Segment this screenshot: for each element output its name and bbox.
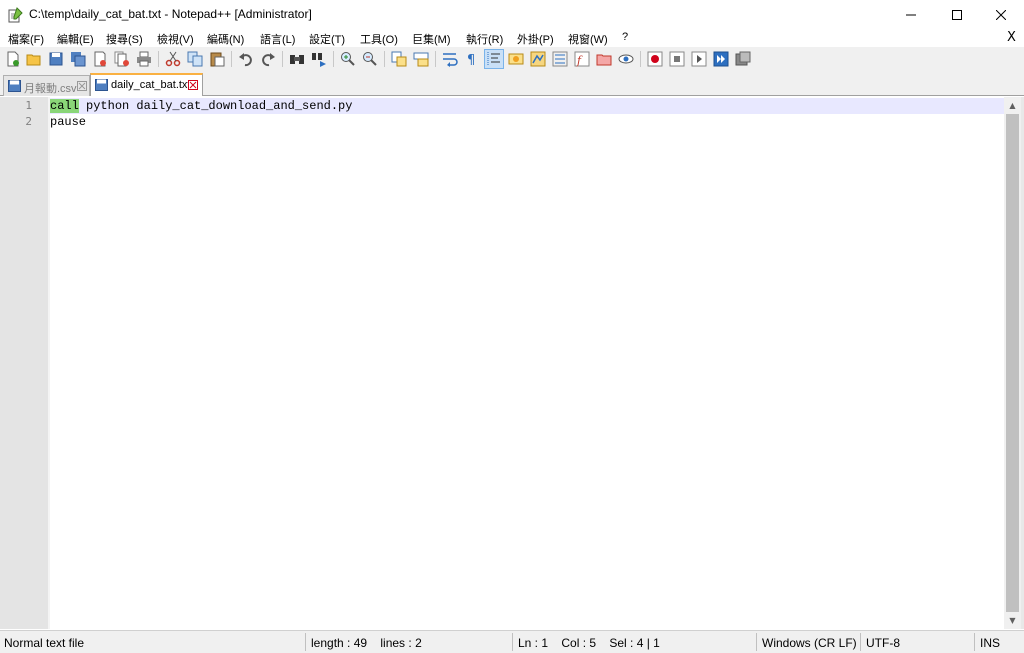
toolbar-separator — [435, 51, 436, 67]
print-icon[interactable] — [136, 51, 152, 67]
status-separator — [512, 633, 513, 651]
tab-csv-file[interactable]: 月報動.csv — [3, 75, 90, 96]
play-macro-icon[interactable] — [691, 51, 707, 67]
fold-margin — [48, 97, 50, 629]
text-editor[interactable]: 1 2 call python daily_cat_download_and_s… — [0, 97, 1024, 629]
menu-run[interactable]: 執行(R) — [466, 31, 503, 47]
folder-workspace-icon[interactable] — [596, 51, 612, 67]
tab-close-icon[interactable] — [77, 81, 87, 91]
copy-icon[interactable] — [187, 51, 203, 67]
maximize-icon — [952, 10, 962, 20]
sync-vertical-icon[interactable] — [391, 51, 407, 67]
menu-tools[interactable]: 工具(O) — [360, 31, 398, 47]
saved-file-icon — [8, 80, 21, 92]
scrollbar-thumb[interactable] — [1006, 114, 1019, 612]
code-text: python daily_cat_download_and_send.py — [78, 99, 353, 113]
toolbar-separator — [640, 51, 641, 67]
status-length-lines: length : 49 lines : 2 — [311, 636, 422, 650]
close-icon — [996, 10, 1006, 20]
indent-guide-icon[interactable] — [486, 51, 502, 67]
status-cursor-position: Ln : 1 Col : 5 Sel : 4 | 1 — [518, 636, 660, 650]
close-window-button[interactable] — [978, 0, 1024, 30]
menu-encoding[interactable]: 編碼(N) — [207, 31, 244, 47]
document-tab-bar: 月報動.csv daily_cat_bat.txt — [0, 71, 1024, 96]
menu-file[interactable]: 檔案(F) — [8, 31, 44, 47]
find-icon[interactable] — [289, 51, 305, 67]
save-all-icon[interactable] — [70, 51, 86, 67]
close-icon[interactable] — [92, 51, 108, 67]
status-eol-format: Windows (CR LF) — [762, 636, 857, 650]
status-encoding: UTF-8 — [866, 636, 900, 650]
toolbar-separator — [384, 51, 385, 67]
tab-label: 月報動.csv — [24, 83, 77, 95]
notepadpp-app-icon[interactable] — [7, 7, 23, 23]
status-separator — [860, 633, 861, 651]
close-document-button[interactable]: X — [1007, 30, 1016, 45]
menu-macro[interactable]: 巨集(M) — [412, 31, 451, 47]
status-separator — [756, 633, 757, 651]
record-macro-icon[interactable] — [647, 51, 663, 67]
menu-settings[interactable]: 設定(T) — [309, 31, 345, 47]
doc-map-icon[interactable] — [530, 51, 546, 67]
status-separator — [305, 633, 306, 651]
menu-view[interactable]: 檢視(V) — [157, 31, 194, 47]
line-number: 1 — [25, 99, 32, 112]
status-insert-mode: INS — [980, 636, 1001, 650]
toolbar-separator — [158, 51, 159, 67]
udl-icon[interactable] — [508, 51, 524, 67]
zoom-in-icon[interactable] — [340, 51, 356, 67]
monitor-icon[interactable] — [618, 51, 634, 67]
sync-horizontal-icon[interactable] — [413, 51, 429, 67]
stop-macro-icon[interactable] — [669, 51, 685, 67]
save-macro-icon[interactable] — [735, 51, 751, 67]
code-text: pause — [50, 115, 87, 129]
tab-daily-cat-bat[interactable]: daily_cat_bat.txt — [90, 73, 203, 96]
toolbar-separator — [333, 51, 334, 67]
window-title: C:\temp\daily_cat_bat.txt - Notepad++ [A… — [29, 7, 312, 21]
toolbar: ¶ f — [0, 47, 1024, 71]
status-bar: Normal text file length : 49 lines : 2 L… — [0, 630, 1024, 653]
line-number-margin — [0, 97, 48, 629]
menu-edit[interactable]: 編輯(E) — [57, 31, 94, 47]
title-bar: C:\temp\daily_cat_bat.txt - Notepad++ [A… — [0, 0, 1024, 30]
save-icon[interactable] — [48, 51, 64, 67]
cut-icon[interactable] — [165, 51, 181, 67]
run-multiple-macro-icon[interactable] — [713, 51, 729, 67]
status-file-type: Normal text file — [4, 636, 85, 650]
close-all-icon[interactable] — [114, 51, 130, 67]
menu-search[interactable]: 搜尋(S) — [106, 31, 143, 47]
toolbar-separator — [282, 51, 283, 67]
menu-window[interactable]: 視窗(W) — [568, 31, 608, 47]
redo-icon[interactable] — [260, 51, 276, 67]
fx-function-icon[interactable]: f — [574, 51, 590, 67]
menu-plugins[interactable]: 外掛(P) — [517, 31, 554, 47]
open-file-icon[interactable] — [26, 51, 42, 67]
scroll-up-icon[interactable]: ▲ — [1004, 97, 1021, 114]
tab-close-icon[interactable] — [188, 80, 198, 90]
toolbar-separator — [231, 51, 232, 67]
search-match-highlight: call — [50, 99, 79, 113]
minimize-icon — [906, 14, 916, 16]
tab-label: daily_cat_bat.txt — [111, 79, 191, 91]
word-wrap-icon[interactable] — [442, 51, 458, 67]
code-line[interactable]: pause — [50, 114, 1004, 130]
line-number: 2 — [25, 115, 32, 128]
scroll-down-icon[interactable]: ▼ — [1004, 612, 1021, 629]
code-line[interactable]: call python daily_cat_download_and_send.… — [50, 98, 1004, 114]
show-all-chars-icon[interactable]: ¶ — [464, 51, 480, 67]
function-list-icon[interactable] — [552, 51, 568, 67]
replace-icon[interactable] — [311, 51, 327, 67]
zoom-out-icon[interactable] — [362, 51, 378, 67]
minimize-button[interactable] — [888, 0, 934, 30]
menu-bar: 檔案(F) 編輯(E) 搜尋(S) 檢視(V) 編碼(N) 語言(L) 設定(T… — [0, 30, 1024, 47]
new-file-icon[interactable] — [5, 51, 21, 67]
paste-icon[interactable] — [209, 51, 225, 67]
undo-icon[interactable] — [238, 51, 254, 67]
menu-language[interactable]: 語言(L) — [260, 31, 295, 47]
status-separator — [974, 633, 975, 651]
maximize-button[interactable] — [934, 0, 980, 30]
menu-help[interactable]: ? — [622, 31, 628, 43]
saved-file-icon — [95, 79, 108, 91]
svg-text:¶: ¶ — [467, 53, 475, 67]
